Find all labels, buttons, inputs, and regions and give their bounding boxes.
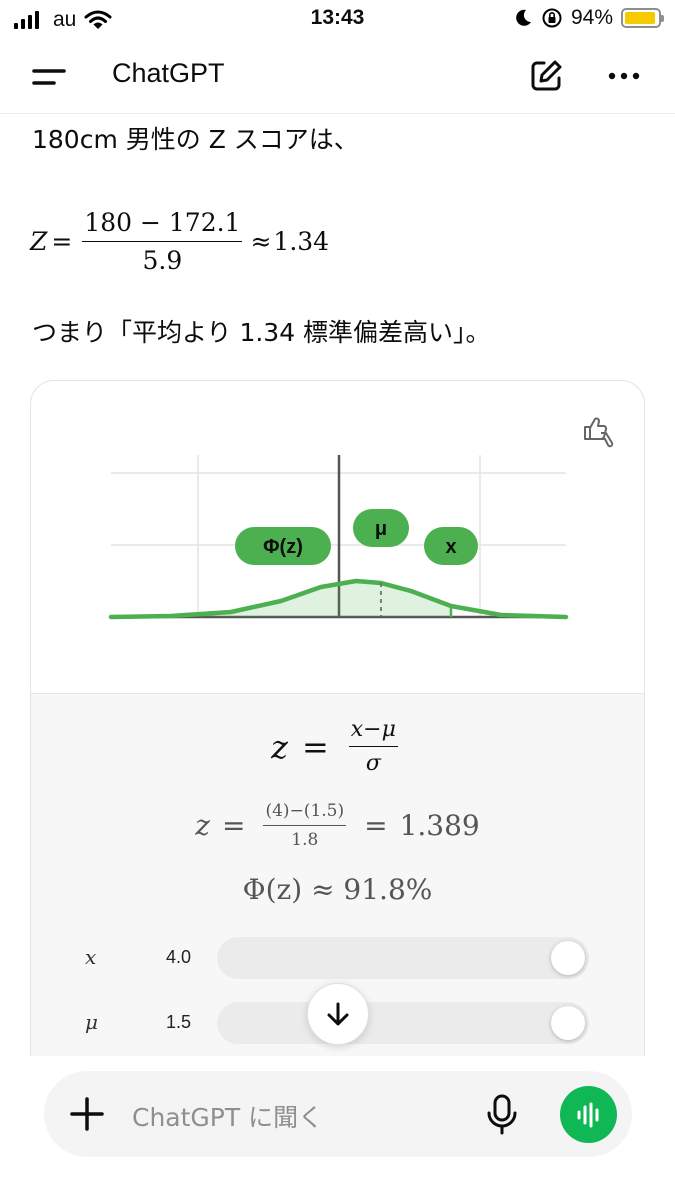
slider-x-label: x — [85, 945, 97, 969]
phi-label-pill[interactable]: Φ(z) — [235, 527, 331, 565]
new-chat-icon[interactable] — [526, 56, 566, 96]
message-composer[interactable]: ChatGPT に聞く — [44, 1071, 632, 1157]
x-label-pill[interactable]: x — [424, 527, 478, 565]
slider-x-thumb[interactable] — [551, 941, 585, 975]
more-options-icon[interactable] — [606, 64, 642, 88]
rotation-lock-icon — [542, 8, 562, 28]
voice-mode-button[interactable] — [560, 1086, 617, 1143]
formula-lhs: Z — [30, 227, 48, 256]
formula-result: 1.34 — [273, 227, 330, 256]
general-numerator: x−μ — [350, 717, 396, 742]
scroll-to-bottom-button[interactable] — [307, 983, 369, 1045]
numeric-equals: = — [222, 809, 246, 842]
slider-x-value: 4.0 — [165, 947, 191, 967]
numeric-numerator: (4)−(1.5) — [265, 801, 345, 821]
slider-mu-label: μ — [85, 1010, 98, 1034]
formula-fraction: 180 − 172.1 5.9 — [82, 208, 243, 275]
slider-mu-value: 1.5 — [165, 1012, 191, 1032]
numeric-lhs: z — [195, 809, 211, 842]
phi-result: Φ(z) ≈ 91.8% — [242, 873, 433, 906]
plus-icon[interactable] — [68, 1095, 106, 1133]
general-fraction: x−μ σ — [348, 717, 398, 776]
x-label: x — [445, 536, 456, 558]
formula-approx: ≈ — [250, 227, 272, 256]
sound-wave-icon — [577, 1102, 598, 1127]
numeric-result: 1.389 — [399, 809, 480, 842]
normal-curve-chart: Φ(z) μ x — [108, 455, 569, 620]
z-formula-numeric: z = (4)−(1.5) 1.8 = 1.389 — [31, 801, 644, 850]
menu-icon[interactable] — [30, 62, 70, 92]
phi-label: Φ(z) — [263, 536, 303, 558]
slider-row-x: x 4.0 — [31, 937, 644, 981]
numeric-denominator: 1.8 — [263, 825, 347, 850]
numeric-fraction: (4)−(1.5) 1.8 — [263, 801, 347, 850]
app-header: ChatGPT — [0, 40, 675, 114]
z-score-summary: つまり「平均より 1.34 標準偏差高い」。 — [32, 318, 491, 347]
numeric-equals-2: = — [364, 809, 388, 842]
moon-icon — [516, 9, 531, 26]
z-score-formula: Z = 180 − 172.1 5.9 ≈ 1.34 — [30, 208, 329, 275]
z-formula-general: z = x−μ σ — [31, 717, 644, 776]
slider-mu-track[interactable] — [217, 1002, 589, 1044]
arrow-down-icon — [327, 1002, 349, 1026]
composer-placeholder[interactable]: ChatGPT に聞く — [132, 1098, 323, 1134]
slider-x-track[interactable] — [217, 937, 589, 979]
general-lhs: z — [271, 727, 288, 766]
mu-label: μ — [375, 518, 387, 540]
z-score-intro: 180cm 男性の Z スコアは、 — [32, 125, 359, 154]
general-equals: = — [301, 727, 329, 766]
status-bar: au 13:43 94% — [0, 0, 675, 40]
battery-level — [625, 12, 656, 24]
formula-denominator: 5.9 — [82, 241, 243, 275]
general-denominator: σ — [348, 746, 398, 776]
formula-equals: = — [51, 227, 73, 256]
battery-icon — [621, 8, 664, 28]
microphone-icon[interactable] — [484, 1093, 520, 1137]
mu-label-pill[interactable]: μ — [353, 509, 409, 547]
formula-numerator: 180 − 172.1 — [84, 208, 241, 237]
slider-mu-thumb[interactable] — [551, 1006, 585, 1040]
battery-percent: 94% — [570, 6, 613, 29]
app-title: ChatGPT — [112, 58, 225, 88]
